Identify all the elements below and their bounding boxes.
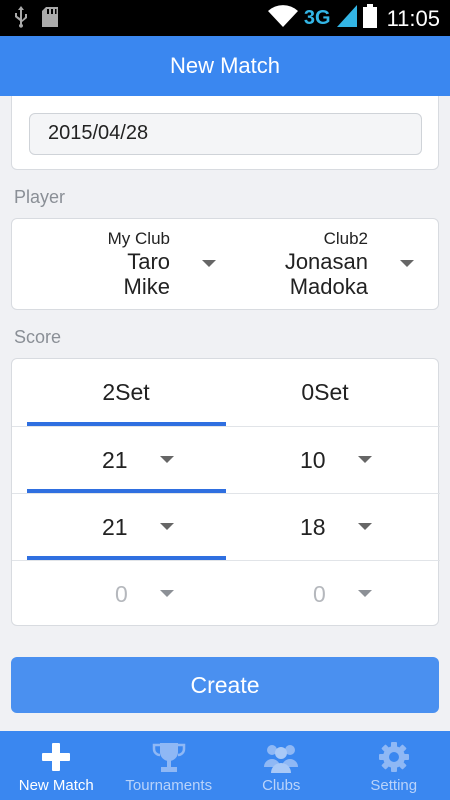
opponent-score-select[interactable]: 0 [313, 581, 326, 608]
page-title: New Match [169, 53, 281, 78]
score-section-label: Score [14, 327, 62, 347]
chevron-down-icon[interactable] [400, 260, 414, 267]
nav-clubs[interactable]: Clubs [225, 731, 338, 800]
player-name: Mike [123, 274, 170, 299]
opponent-score-select[interactable]: 10 [300, 447, 326, 474]
chevron-down-icon[interactable] [160, 590, 174, 597]
opponent-sets-won: 0Set [301, 379, 349, 405]
plus-icon [38, 739, 74, 775]
player-section-label: Player [14, 187, 66, 207]
chevron-down-icon[interactable] [160, 456, 174, 463]
wifi-icon [267, 5, 298, 32]
game-row: 0 0 [12, 560, 440, 627]
player-name: Jonasan [284, 249, 368, 274]
opponent-score-select[interactable]: 18 [300, 514, 326, 541]
game-row: 21 18 [12, 493, 440, 560]
player-card: My Club Taro Mike Club2 Jonasan Madoka [11, 218, 439, 310]
player-name: Madoka [289, 274, 368, 299]
status-bar: 3G 11:05 [0, 0, 450, 36]
chevron-down-icon[interactable] [160, 523, 174, 530]
my-club-players-select[interactable]: My Club Taro Mike [0, 229, 170, 299]
bottom-nav: New Match Tournaments Clubs Setting [0, 731, 450, 800]
nav-label: Setting [370, 777, 418, 794]
chevron-down-icon[interactable] [358, 523, 372, 530]
trophy-icon [151, 739, 187, 775]
chevron-down-icon[interactable] [358, 456, 372, 463]
nav-label: Clubs [262, 777, 301, 794]
opponent-club-label: Club2 [323, 229, 368, 248]
my-club-label: My Club [107, 229, 170, 248]
nav-label: Tournaments [125, 777, 213, 794]
nav-setting[interactable]: Setting [338, 731, 450, 800]
my-score-select[interactable]: 21 [102, 514, 128, 541]
usb-icon [14, 6, 28, 33]
date-field[interactable]: 2015/04/28 [29, 113, 422, 155]
game-row: 21 10 [12, 426, 440, 493]
player-name: Taro [127, 249, 170, 274]
my-score-select[interactable]: 21 [102, 447, 128, 474]
opponent-club-players-select[interactable]: Club2 Jonasan Madoka [168, 229, 368, 299]
nav-tournaments[interactable]: Tournaments [113, 731, 226, 800]
create-button[interactable]: Create [11, 657, 439, 713]
people-icon [263, 739, 299, 775]
app-bar: New Match [0, 36, 450, 96]
clock: 11:05 [386, 5, 440, 31]
network-type: 3G [303, 7, 331, 29]
battery-icon [362, 4, 377, 33]
sets-row: 2Set 0Set [12, 359, 440, 426]
my-sets-won: 2Set [102, 379, 150, 405]
nav-new-match[interactable]: New Match [0, 731, 113, 800]
score-card: 2Set 0Set 21 10 21 18 0 0 [11, 358, 440, 627]
sdcard-icon [42, 7, 58, 32]
date-card: 2015/04/28 [11, 96, 439, 170]
my-score-select[interactable]: 0 [115, 581, 128, 608]
signal-icon [336, 5, 357, 32]
nav-label: New Match [18, 777, 94, 794]
gear-icon [376, 739, 412, 775]
chevron-down-icon[interactable] [358, 590, 372, 597]
